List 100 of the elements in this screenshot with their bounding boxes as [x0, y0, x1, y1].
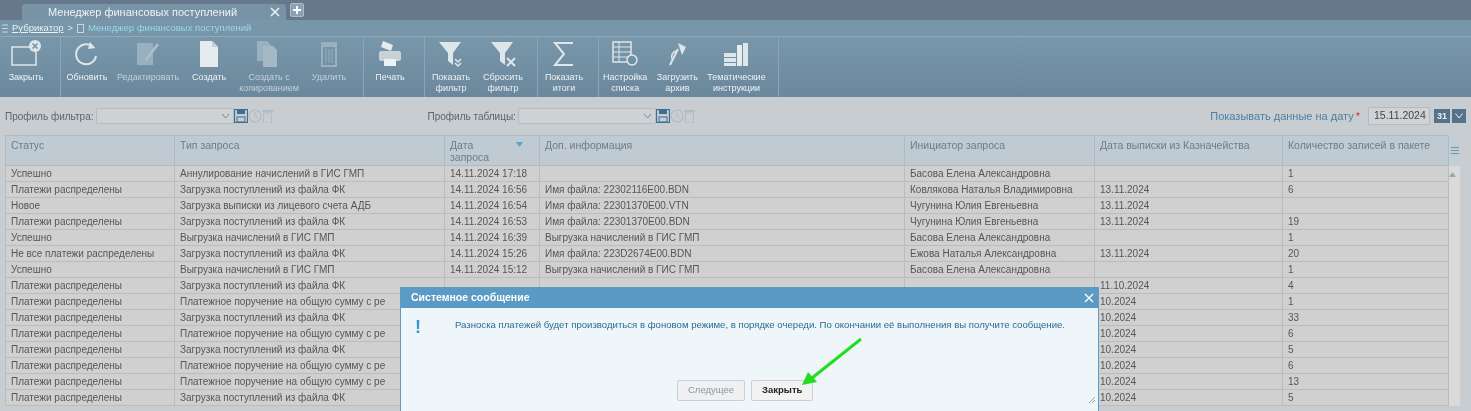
table-cell: Платежи распределены: [5, 326, 175, 342]
table-cell: 5: [1283, 342, 1449, 358]
table-cell: Выгрузка начислений в ГИС ГМП: [540, 262, 905, 278]
window-close-icon: [11, 39, 41, 69]
table-cell: 6: [1283, 358, 1449, 374]
column-header[interactable]: Тип запроса: [175, 135, 445, 166]
menu-icon[interactable]: [1450, 147, 1459, 154]
table-cell: Басова Елена Александровна: [905, 166, 1095, 182]
column-header[interactable]: Доп. информация: [540, 135, 905, 166]
table-cell: Платежи распределены: [5, 294, 175, 310]
table-cell: Выгрузка начислений в ГИС ГМП: [175, 230, 445, 246]
plus-icon: [293, 6, 301, 14]
table-cell: 14.11.2024 16:53: [445, 214, 540, 230]
field-label: Профиль таблицы:: [427, 109, 516, 124]
table-cell: 14.11.2024 15:26: [445, 246, 540, 262]
table-cell: 6: [1283, 326, 1449, 342]
table-cell: Успешно: [5, 166, 175, 182]
table-cell: 20: [1283, 246, 1449, 262]
table-cell: 14.11.2024 16:39: [445, 230, 540, 246]
table-settings-icon: [610, 39, 641, 69]
table-cell: 11.10.2024: [1095, 278, 1283, 294]
table-cell: 1: [1283, 294, 1449, 310]
column-header[interactable]: Статус: [5, 135, 175, 166]
table-cell: Платежи распределены: [5, 374, 175, 390]
table-cell: Успешно: [5, 262, 175, 278]
table-cell: Новое: [5, 198, 175, 214]
chevron-icon: [220, 113, 230, 119]
table-cell: Платежи распределены: [5, 182, 175, 198]
table-cell: Ковлякова Наталья Владимировна: [905, 182, 1095, 198]
toolbar-button[interactable]: Создать: [183, 37, 236, 97]
field-label: Профиль фильтра:: [5, 109, 94, 124]
column-header[interactable]: Дата выписки из Казначейства: [1095, 135, 1283, 166]
toolbar-button[interactable]: Сбросить фильтр: [477, 37, 529, 97]
document-icon: [77, 23, 85, 33]
breadcrumb-current: Менеджер финансовых поступлений: [88, 20, 252, 35]
table-cell: Имя файла: 22301370E00.BDN: [540, 214, 905, 230]
table-cell: Выгрузка начислений в ГИС ГМП: [175, 262, 445, 278]
toolbar-button[interactable]: Показать фильтр: [425, 37, 477, 97]
toolbar-button[interactable]: Показать итоги: [538, 37, 590, 97]
resize-grip-icon[interactable]: [1088, 396, 1096, 404]
table-cell: 14.11.2024 15:12: [445, 262, 540, 278]
sort-icon: [516, 142, 523, 147]
table-cell: Загрузка поступлений из файла ФК: [175, 246, 445, 262]
table-cell: 14.11.2024 17:18: [445, 166, 540, 182]
table-cell: Чугунина Юлия Евгеньевна: [905, 214, 1095, 230]
save-icon[interactable]: [655, 109, 670, 123]
toolbar-button[interactable]: Загрузить архив: [651, 37, 704, 97]
table-cell: Аннулирование начислений в ГИС ГМП: [175, 166, 445, 182]
table-cell: 5: [1283, 390, 1449, 406]
chevron-icon: [642, 113, 652, 119]
table-cell: 13.11.2024: [1095, 246, 1283, 262]
table-cell: Платежи распределены: [5, 278, 175, 294]
toolbar-button[interactable]: Закрыть: [0, 37, 52, 97]
chevron-icon: [1455, 113, 1463, 119]
table-cell: 13.11.2024: [1095, 182, 1283, 198]
table-cell: Басова Елена Александровна: [905, 230, 1095, 246]
table-cell: 1: [1283, 166, 1449, 182]
table-cell: 1: [1283, 262, 1449, 278]
table-cell: 6: [1283, 182, 1449, 198]
table-cell: 19: [1283, 214, 1449, 230]
table-cell: Выгрузка начислений в ГИС ГМП: [540, 230, 905, 246]
scrollbar[interactable]: [1449, 166, 1460, 406]
reset-icon[interactable]: [247, 109, 262, 123]
table-cell: 14.11.2024 16:54: [445, 198, 540, 214]
arrow-up-icon: [1449, 171, 1456, 177]
table-cell: 13.11.2024: [1095, 214, 1283, 230]
calendar-button[interactable]: 31: [1434, 109, 1450, 123]
column-header[interactable]: Количество записей в пакете: [1283, 135, 1449, 166]
tab[interactable]: Менеджер финансовых поступлений: [22, 4, 286, 20]
column-header[interactable]: Инициатор запроса: [905, 135, 1095, 166]
table-cell: Загрузка поступлений из файла ФК: [175, 182, 445, 198]
save-icon[interactable]: [233, 109, 248, 123]
table-cell: Платежи распределены: [5, 390, 175, 406]
date-label: Показывать данные на дату *: [1210, 108, 1360, 124]
toolbar-button[interactable]: Печать: [364, 37, 416, 97]
dialog-button[interactable]: Закрыть: [751, 380, 814, 401]
table-cell: Загрузка поступлений из файла ФК: [175, 214, 445, 230]
dropdown-button[interactable]: [1452, 109, 1466, 123]
table-cell: Платежи распределены: [5, 358, 175, 374]
reset-icon[interactable]: [669, 109, 684, 123]
table-cell: Платежи распределены: [5, 310, 175, 326]
table-cell: Ежова Наталья Александровна: [905, 246, 1095, 262]
table-cell: Загрузка выписки из лицевого счета АДБ: [175, 198, 445, 214]
table-cell: 4: [1283, 278, 1449, 294]
dialog-message: Разноска платежей будет производиться в фоновом режиме, в порядке очереди. По окончании её выполнения вы получите сообщение.: [455, 318, 1066, 332]
toolbar-button[interactable]: Обновить: [61, 37, 113, 97]
menu-icon: [2, 23, 8, 33]
date-field[interactable]: 15.11.2024: [1368, 107, 1430, 125]
table-cell: 14.11.2024 16:56: [445, 182, 540, 198]
breadcrumb-link[interactable]: Рубрикатор: [12, 20, 64, 36]
table-cell: Чугунина Юлия Евгеньевна: [905, 198, 1095, 214]
tab-title: Менеджер финансовых поступлений: [48, 4, 238, 20]
toolbar-button[interactable]: Настройка списка: [599, 37, 652, 97]
close-icon[interactable]: [270, 7, 280, 17]
table-cell: Имя файла: 22302116E00.BDN: [540, 182, 905, 198]
toolbar-button[interactable]: Тематические инструкции: [703, 37, 770, 97]
column-header[interactable]: Дата запроса: [445, 135, 540, 166]
table-cell: 33: [1283, 310, 1449, 326]
table-cell: Успешно: [5, 230, 175, 246]
new-tab-button[interactable]: [290, 3, 304, 17]
